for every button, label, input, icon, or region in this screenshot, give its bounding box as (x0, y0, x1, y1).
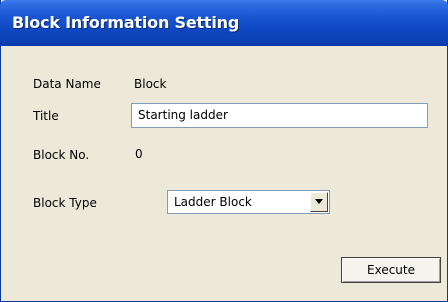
title-bar[interactable]: Block Information Setting (0, 0, 448, 46)
chevron-down-icon (315, 199, 323, 204)
block-type-select[interactable]: Ladder Block (167, 190, 330, 214)
window-title: Block Information Setting (12, 13, 240, 32)
block-no-label: Block No. (33, 148, 90, 162)
title-label: Title (33, 109, 59, 123)
block-no-value: 0 (135, 147, 143, 161)
data-name-label: Data Name (33, 77, 101, 91)
block-type-label: Block Type (33, 196, 97, 210)
block-type-selected-value: Ladder Block (174, 195, 252, 209)
dropdown-button[interactable] (310, 192, 328, 212)
block-information-dialog: Block Information Setting Data Name Bloc… (0, 0, 448, 302)
execute-button[interactable]: Execute (341, 257, 441, 283)
title-input[interactable]: Starting ladder (131, 103, 428, 128)
data-name-value: Block (134, 77, 167, 91)
